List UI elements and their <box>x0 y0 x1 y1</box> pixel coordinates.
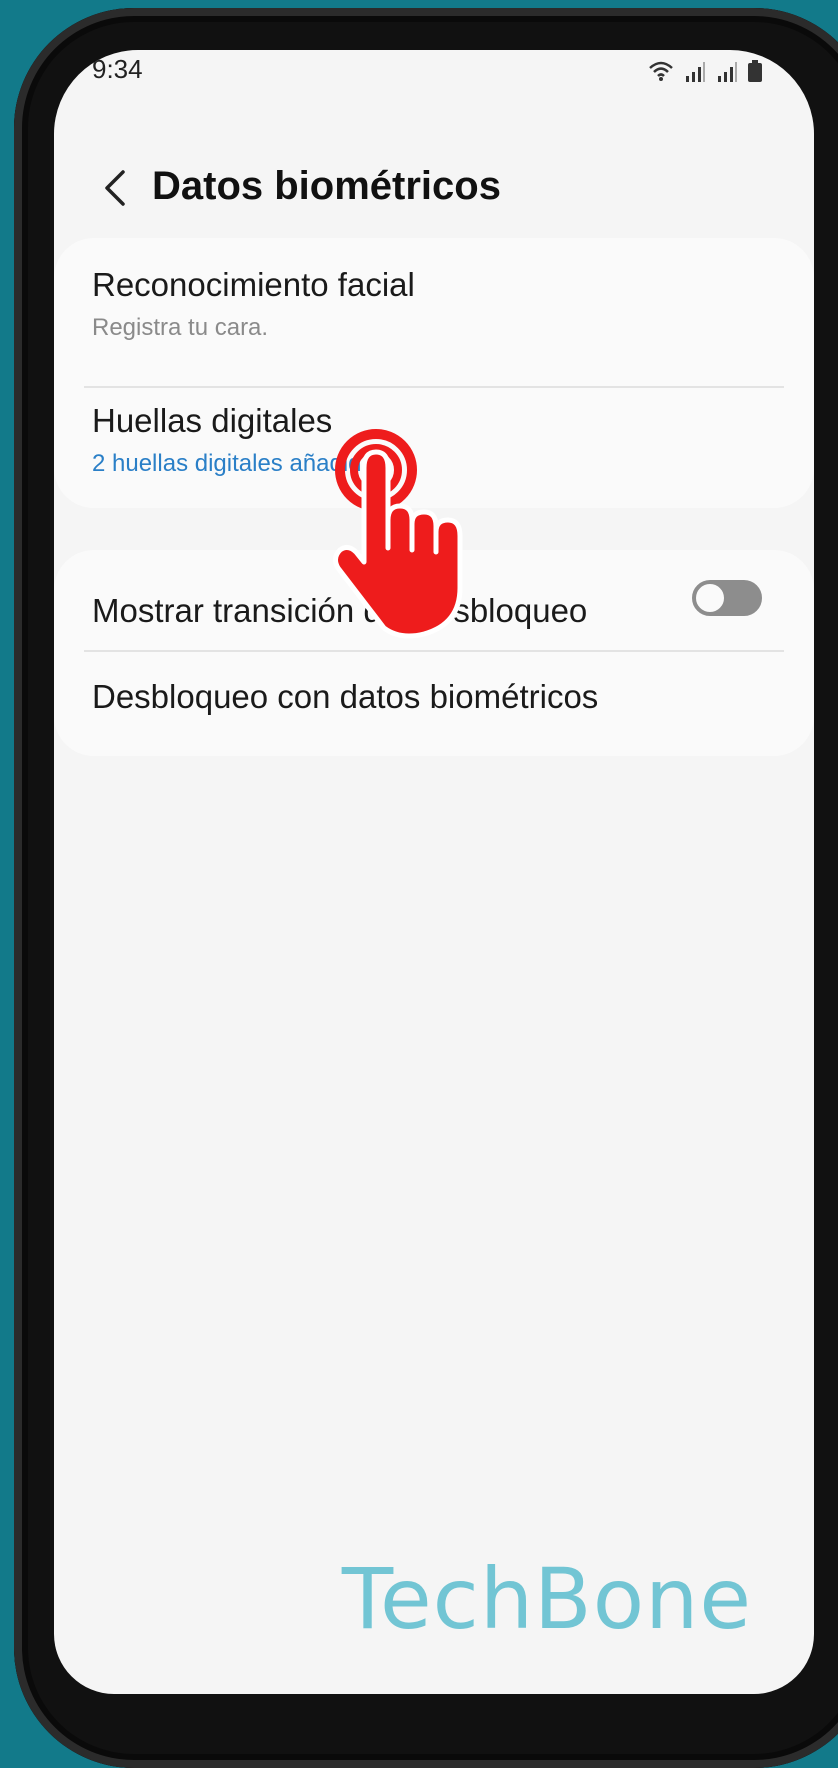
signal-icon <box>716 62 738 82</box>
chevron-left-icon <box>101 168 127 213</box>
status-bar: 9:34 <box>54 50 814 110</box>
page-title: Datos biométricos <box>152 164 501 208</box>
divider <box>84 386 784 388</box>
phone-screen: 9:34 Datos biométricos Reconocimiento fa… <box>54 50 814 1694</box>
signal-icon <box>684 62 706 82</box>
face-recognition-subtitle: Registra tu cara. <box>92 314 269 341</box>
techbone-watermark: TechBone <box>341 1550 752 1648</box>
battery-icon <box>748 60 762 82</box>
status-icons <box>648 60 762 82</box>
status-time: 9:34 <box>92 54 143 84</box>
biometric-unlock-item[interactable]: Desbloqueo con datos biométricos <box>92 678 772 716</box>
back-button[interactable] <box>84 150 144 230</box>
face-recognition-item[interactable]: Reconocimiento facial Registra tu cara. <box>92 266 772 342</box>
face-recognition-title: Reconocimiento facial <box>92 266 415 303</box>
biometric-unlock-title: Desbloqueo con datos biométricos <box>92 678 599 715</box>
wifi-icon <box>648 60 674 82</box>
toggle-knob <box>694 582 726 614</box>
unlock-transition-toggle[interactable] <box>692 580 762 616</box>
page-header: Datos biométricos <box>54 150 814 230</box>
tap-hand-icon <box>324 428 484 658</box>
